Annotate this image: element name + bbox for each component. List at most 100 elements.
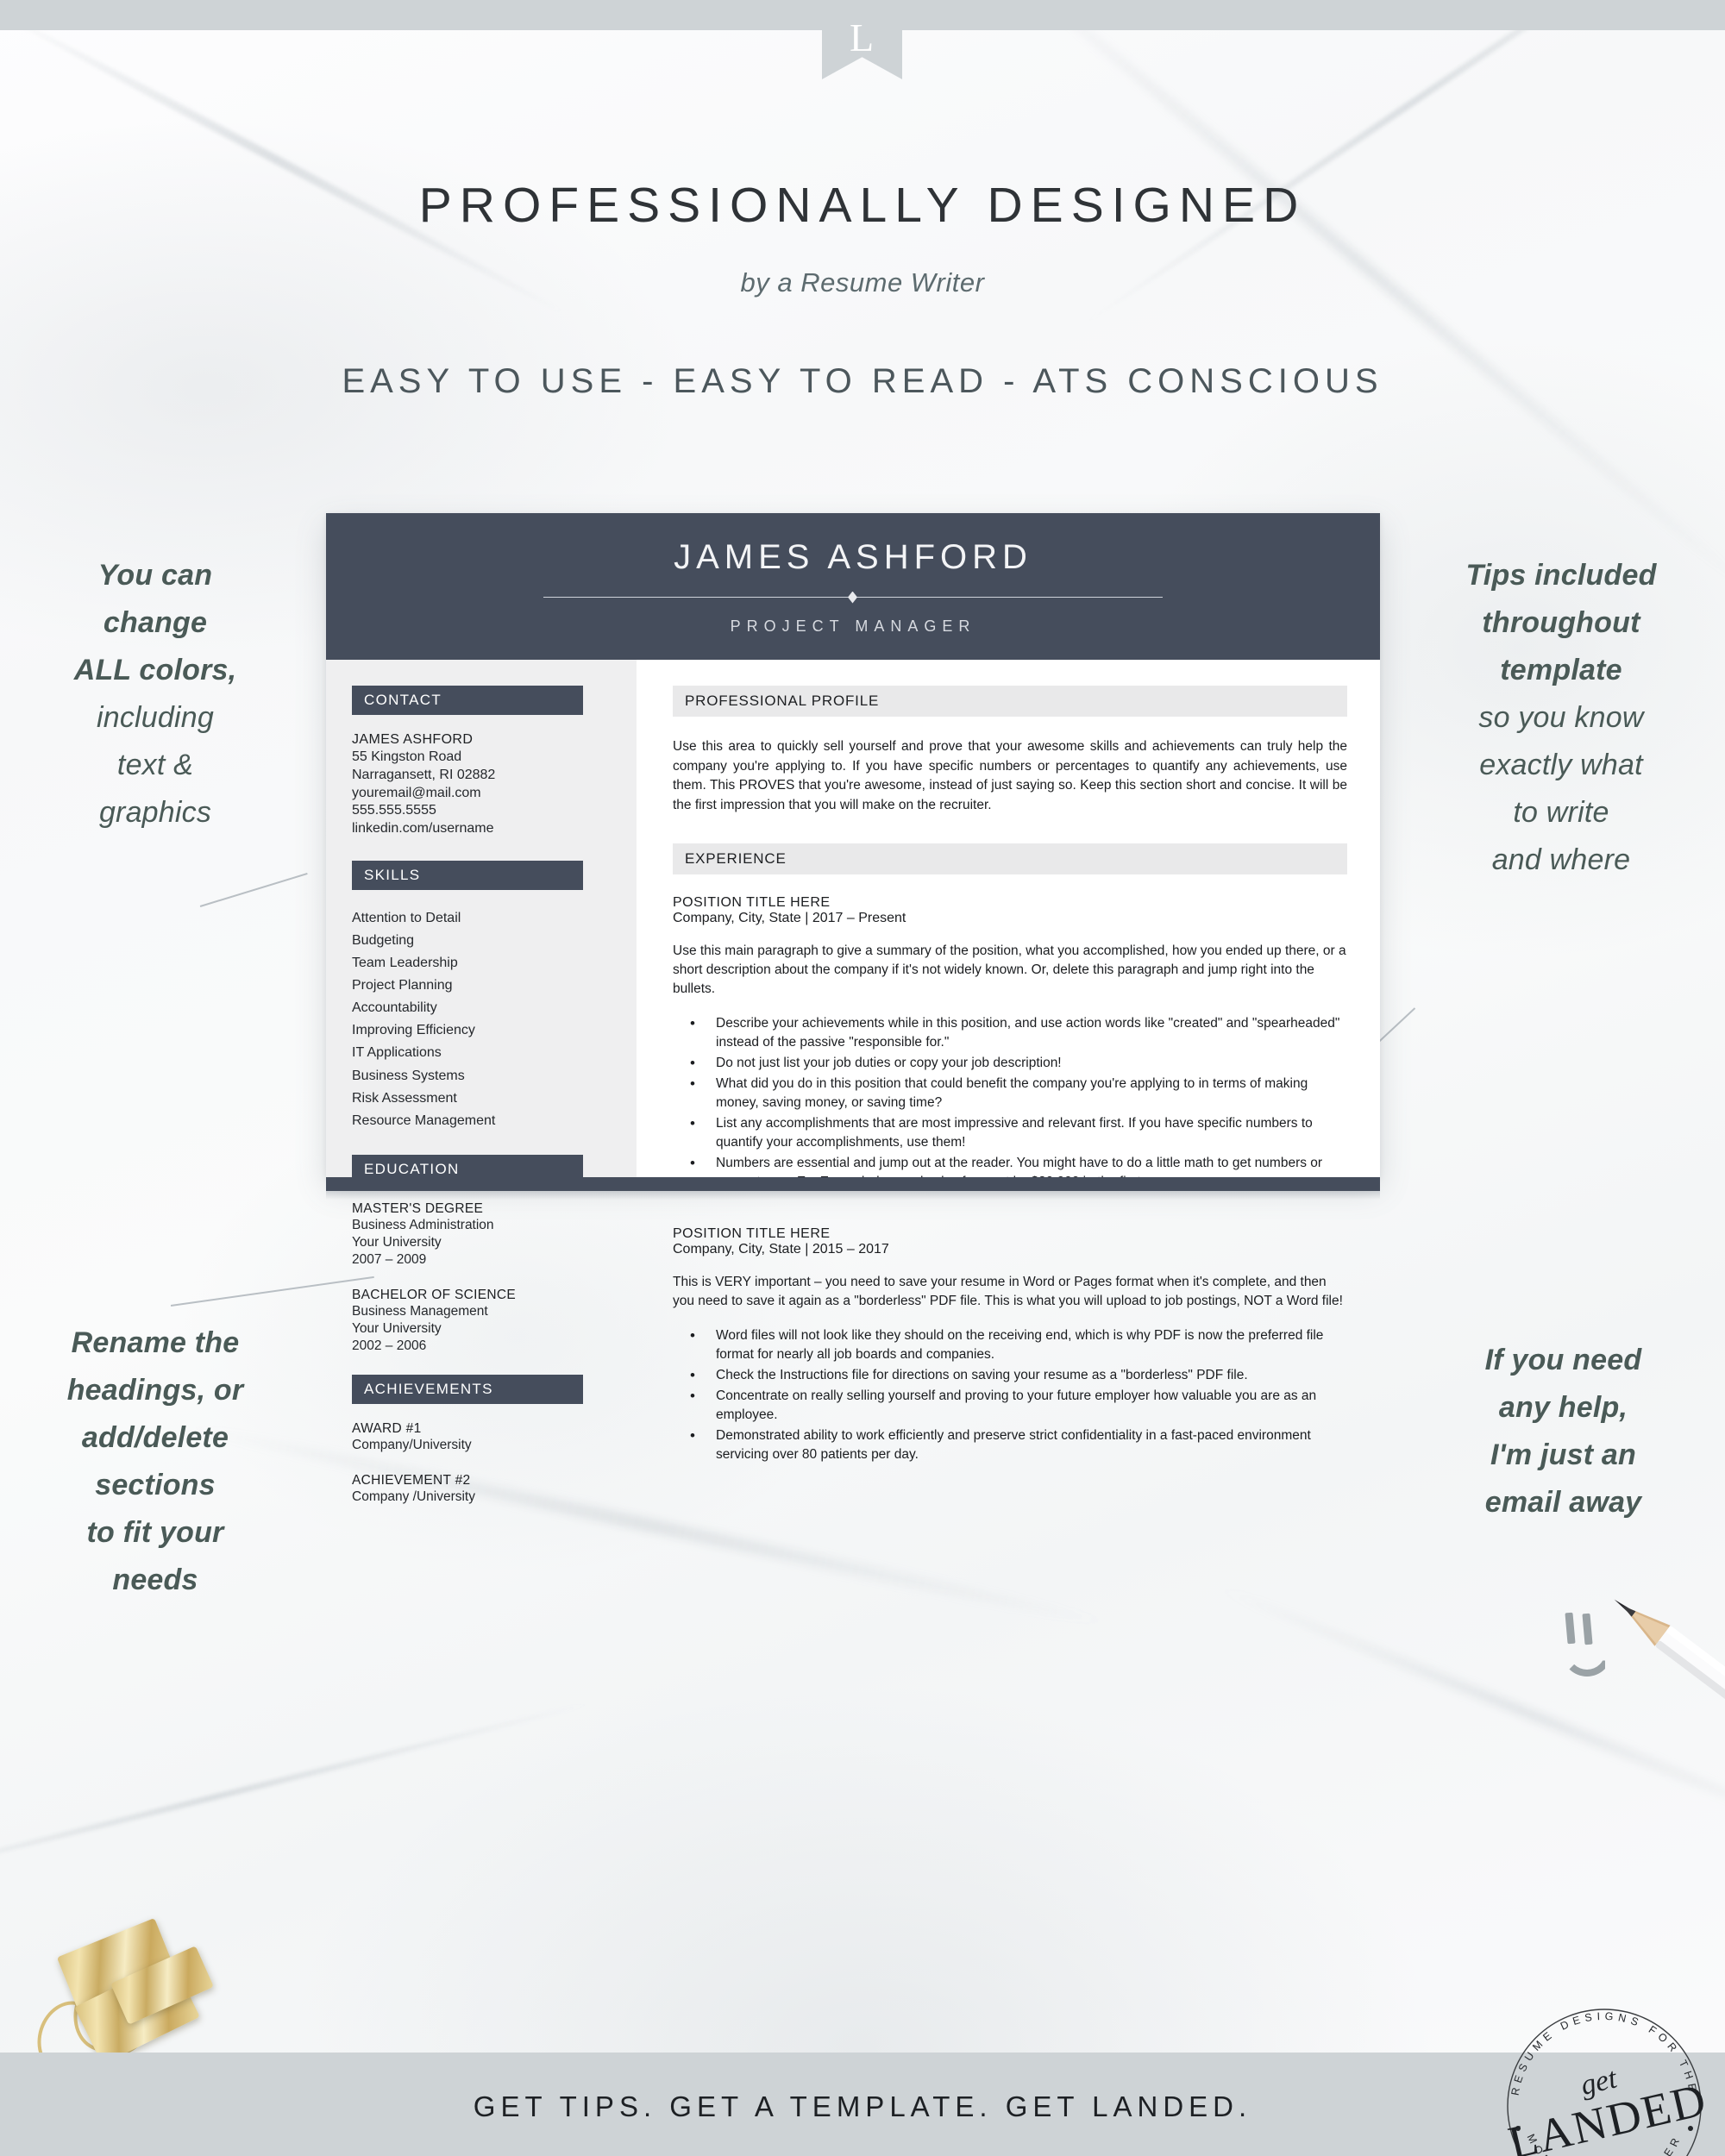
- education-years: 2007 – 2009: [352, 1252, 427, 1268]
- footer-tagline: GET TIPS. GET A TEMPLATE. GET LANDED.: [473, 2090, 1252, 2122]
- skill-item: Accountability: [352, 1000, 437, 1016]
- annotation-line: exactly what: [1479, 749, 1643, 782]
- resume-footer-bar: [326, 1177, 1380, 1191]
- skill-item: Team Leadership: [352, 956, 458, 971]
- job-meta: Company, City, State | 2017 – Present: [673, 910, 906, 925]
- marble-vein: [0, 1700, 593, 1894]
- annotation-line: Rename the: [71, 1326, 240, 1359]
- resume-name: JAMES ASHFORD: [674, 537, 1032, 576]
- annotation-line: including: [96, 701, 214, 735]
- page-title: PROFESSIONALLY DESIGNED: [418, 178, 1307, 233]
- education-field: Business Administration: [352, 1217, 494, 1232]
- contact-email: youremail@mail.com: [352, 785, 481, 800]
- job-bullet: Check the Instructions file for directio…: [678, 1365, 1347, 1386]
- job-bullet: List any accomplishments that are most i…: [678, 1113, 1347, 1152]
- education-entry: BACHELOR OF SCIENCE Business Management …: [352, 1288, 618, 1355]
- leader-line-bottom-left: [170, 1275, 374, 1307]
- skill-item: Project Planning: [352, 978, 453, 993]
- skill-item: Resource Management: [352, 1112, 496, 1128]
- annotation-line: change: [103, 606, 208, 640]
- contact-name: JAMES ASHFORD: [352, 732, 474, 747]
- page-subtitle: by a Resume Writer: [740, 267, 985, 298]
- resume-body: CONTACT JAMES ASHFORD 55 Kingston Road N…: [326, 660, 1380, 1504]
- job-paragraph: Use this main paragraph to give a summar…: [673, 943, 1346, 996]
- job-bullet-list: Word files will not look like they shoul…: [678, 1326, 1347, 1464]
- logo-banner: L: [822, 0, 902, 79]
- education-degree: MASTER'S DEGREE: [352, 1200, 484, 1216]
- annotation-line: to fit your: [86, 1516, 224, 1550]
- contact-street: 55 Kingston Road: [352, 749, 462, 764]
- resume-shadow: [326, 1191, 1380, 1200]
- resume-divider: [543, 591, 1163, 605]
- job-bullet: Concentrate on really selling yourself a…: [678, 1386, 1347, 1425]
- annotation-bottom-right: If you need any help, I'm just an email …: [1414, 1337, 1712, 1526]
- annotation-line: text &: [116, 749, 194, 782]
- job-bullet: What did you do in this position that co…: [678, 1074, 1347, 1112]
- education-entry: MASTER'S DEGREE Business Administration …: [352, 1201, 618, 1269]
- annotation-line: needs: [112, 1564, 198, 1597]
- sidebar-heading-contact: CONTACT: [352, 686, 583, 715]
- resume-main: PROFESSIONAL PROFILE Use this area to qu…: [637, 660, 1380, 1462]
- job-bullet: Demonstrated ability to work efficiently…: [678, 1426, 1347, 1464]
- job-bullet: Do not just list your job duties or copy…: [678, 1053, 1347, 1074]
- annotation-line: headings, or: [66, 1374, 244, 1407]
- contact-phone: 555.555.5555: [352, 803, 436, 818]
- annotation-line: and where: [1491, 843, 1631, 877]
- job-entry: POSITION TITLE HERE Company, City, State…: [673, 1226, 1347, 1464]
- education-degree: BACHELOR OF SCIENCE: [352, 1288, 517, 1303]
- annotation-line: email away: [1484, 1486, 1642, 1520]
- get-landed-badge: RESUME DESIGNS FOR THE MODERN JOB SEEKER…: [1497, 1999, 1711, 2156]
- main-heading-experience: EXPERIENCE: [673, 843, 1347, 874]
- poster-canvas: L PROFESSIONALLY DESIGNED by a Resume Wr…: [0, 0, 1725, 2156]
- achievement-entry: AWARD #1 Company/University: [352, 1421, 618, 1454]
- annotation-line: to write: [1513, 796, 1609, 830]
- annotation-line: any help,: [1498, 1391, 1628, 1425]
- achievement-title: ACHIEVEMENT #2: [352, 1472, 471, 1488]
- contact-citystate: Narragansett, RI 02882: [352, 767, 496, 782]
- sidebar-heading-skills: SKILLS: [352, 860, 583, 890]
- main-heading-profile: PROFESSIONAL PROFILE: [673, 686, 1347, 717]
- contact-block: JAMES ASHFORD 55 Kingston Road Narragans…: [352, 732, 618, 838]
- annotation-top-right: Tips included throughout template so you…: [1414, 552, 1708, 885]
- achievement-org: Company/University: [352, 1437, 472, 1452]
- annotation-line: You can: [97, 559, 213, 592]
- leader-line-top-left: [199, 873, 308, 907]
- achievement-entry: ACHIEVEMENT #2 Company /University: [352, 1473, 618, 1506]
- annotation-line: Tips included: [1465, 559, 1657, 592]
- job-bullet: Word files will not look like they shoul…: [678, 1326, 1347, 1364]
- annotation-line: throughout: [1482, 606, 1640, 640]
- contact-linkedin: linkedin.com/username: [352, 821, 494, 837]
- skill-item: Business Systems: [352, 1068, 465, 1083]
- achievement-title: AWARD #1: [352, 1420, 422, 1436]
- job-bullet-list: Describe your achievements while in this…: [678, 1013, 1347, 1192]
- badge-svg: RESUME DESIGNS FOR THE MODERN JOB SEEKER…: [1503, 2009, 1711, 2156]
- job-meta: Company, City, State | 2015 – 2017: [673, 1241, 889, 1257]
- annotation-line: If you need: [1484, 1344, 1642, 1376]
- annotation-line: graphics: [98, 796, 212, 830]
- education-school: Your University: [352, 1321, 442, 1337]
- skill-item: Improving Efficiency: [352, 1023, 475, 1038]
- diamond-icon: [848, 591, 857, 604]
- skills-list: Attention to Detail Budgeting Team Leade…: [352, 907, 618, 1132]
- pencil-illustration: [1614, 1599, 1725, 1764]
- resume-header: JAMES ASHFORD PROJECT MANAGER: [326, 513, 1380, 660]
- logo-letter: L: [849, 16, 875, 60]
- annotation-line: I'm just an: [1490, 1438, 1636, 1472]
- annotation-top-left: You can change ALL colors, including tex…: [17, 552, 293, 837]
- job-title: POSITION TITLE HERE: [673, 894, 831, 910]
- job-title: POSITION TITLE HERE: [673, 1225, 831, 1241]
- job-bullet: Describe your achievements while in this…: [678, 1013, 1347, 1052]
- sidebar-heading-achievements: ACHIEVEMENTS: [352, 1374, 583, 1404]
- annotation-line: sections: [95, 1469, 216, 1502]
- annotation-line: add/delete: [81, 1421, 229, 1455]
- skill-item: Budgeting: [352, 933, 415, 949]
- annotation-line: ALL colors,: [73, 654, 237, 687]
- annotation-line: template: [1500, 654, 1622, 687]
- resume-role: PROJECT MANAGER: [730, 617, 976, 635]
- achievement-org: Company /University: [352, 1489, 475, 1504]
- page-tagline: EASY TO USE - EASY TO READ - ATS CONSCIO…: [342, 362, 1383, 400]
- education-field: Business Management: [352, 1304, 488, 1319]
- education-school: Your University: [352, 1234, 442, 1250]
- annotation-line: so you know: [1478, 701, 1644, 735]
- resume-sheet: JAMES ASHFORD PROJECT MANAGER CONTACT JA…: [326, 513, 1380, 1504]
